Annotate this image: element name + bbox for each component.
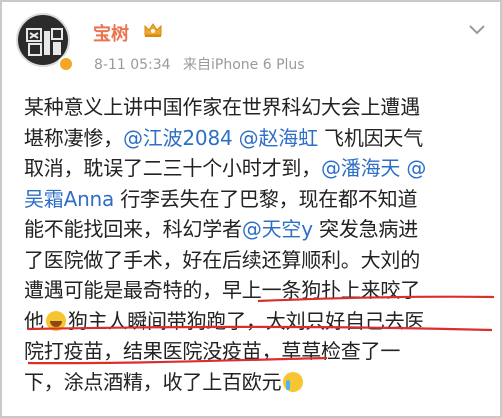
post-text-segment: 突发急病进: [312, 217, 419, 241]
user-mention-link[interactable]: @赵海虹: [239, 126, 318, 150]
user-mention-link[interactable]: @江波2084: [123, 126, 233, 150]
post-body: 某种意义上讲中国作家在世界科幻大会上遭遇 堪称凄惨，@江波2084 @赵海虹 飞机…: [24, 92, 494, 397]
post-line: 能不能找回来，科幻学者@天空y 突发急病进: [24, 214, 494, 245]
post-text-segment: 能不能找回来，科幻学者: [24, 217, 242, 241]
post-text-segment: 院打疫苗，结果医院没疫苗，草草检查了一: [24, 339, 401, 363]
post-line: 某种意义上讲中国作家在世界科幻大会上遭遇: [24, 92, 494, 123]
post-timestamp[interactable]: 8-11 05:34: [94, 57, 171, 73]
crying-emoji-icon: [283, 371, 304, 392]
user-mention-link[interactable]: @: [406, 156, 426, 180]
post-line: 了医院做了手术，好在后续还算顺利。大刘的: [24, 245, 494, 276]
post-text-segment: 堪称凄惨，: [24, 125, 123, 150]
post-line: 堪称凄惨，@江波2084 @赵海虹 飞机因天气: [24, 123, 494, 154]
post-line: 吴霜Anna 行李丢失在了巴黎，现在都不知道: [24, 184, 494, 215]
verified-badge-icon: [58, 56, 74, 72]
post-meta: 8-11 05:34 来自iPhone 6 Plus: [94, 54, 313, 74]
chevron-down-icon[interactable]: [468, 24, 486, 36]
post-text-segment: 某种意义上讲中国作家在世界科幻大会上遭遇: [24, 95, 420, 119]
post-text-segment: 遭遇可能是最奇特的，早上一条狗扑上来咬了: [24, 278, 420, 302]
post-text-segment: 下，涂点酒精，收了上百欧元: [24, 369, 282, 394]
post-line: 下，涂点酒精，收了上百欧元: [24, 367, 494, 398]
post-text-segment: 他: [24, 308, 44, 333]
post-source: 来自iPhone 6 Plus: [183, 57, 305, 73]
user-mention-link[interactable]: @天空y: [242, 217, 313, 241]
post-text-segment: 了医院做了手术，好在后续还算顺利。大刘的: [24, 247, 420, 272]
laughing-emoji-icon: [45, 310, 66, 331]
avatar-art: [26, 27, 64, 57]
post-text-segment: 飞机因天气: [317, 125, 424, 150]
post-text-segment: 狗主人瞬间带狗跑了，大刘只好自己去医: [67, 308, 425, 333]
crown-icon: [144, 23, 162, 37]
weibo-post-card: 宝树 8-11 05:34 来自iPhone 6 Plus 某种意义上讲中国作家…: [0, 0, 502, 418]
post-line: 遭遇可能是最奇特的，早上一条狗扑上来咬了: [24, 275, 494, 306]
post-line: 院打疫苗，结果医院没疫苗，草草检查了一: [24, 336, 494, 367]
post-text-segment: 取消，耽误了二三十个小时才到，: [24, 156, 321, 180]
post-line: 他狗主人瞬间带狗跑了，大刘只好自己去医: [24, 306, 494, 337]
user-mention-link[interactable]: 吴霜Anna: [24, 187, 114, 211]
post-text-segment: 行李丢失在了巴黎，现在都不知道: [114, 186, 418, 211]
post-line: 取消，耽误了二三十个小时才到，@潘海天 @: [24, 153, 494, 184]
author-name[interactable]: 宝树: [93, 20, 129, 46]
user-mention-link[interactable]: @潘海天: [321, 156, 400, 180]
